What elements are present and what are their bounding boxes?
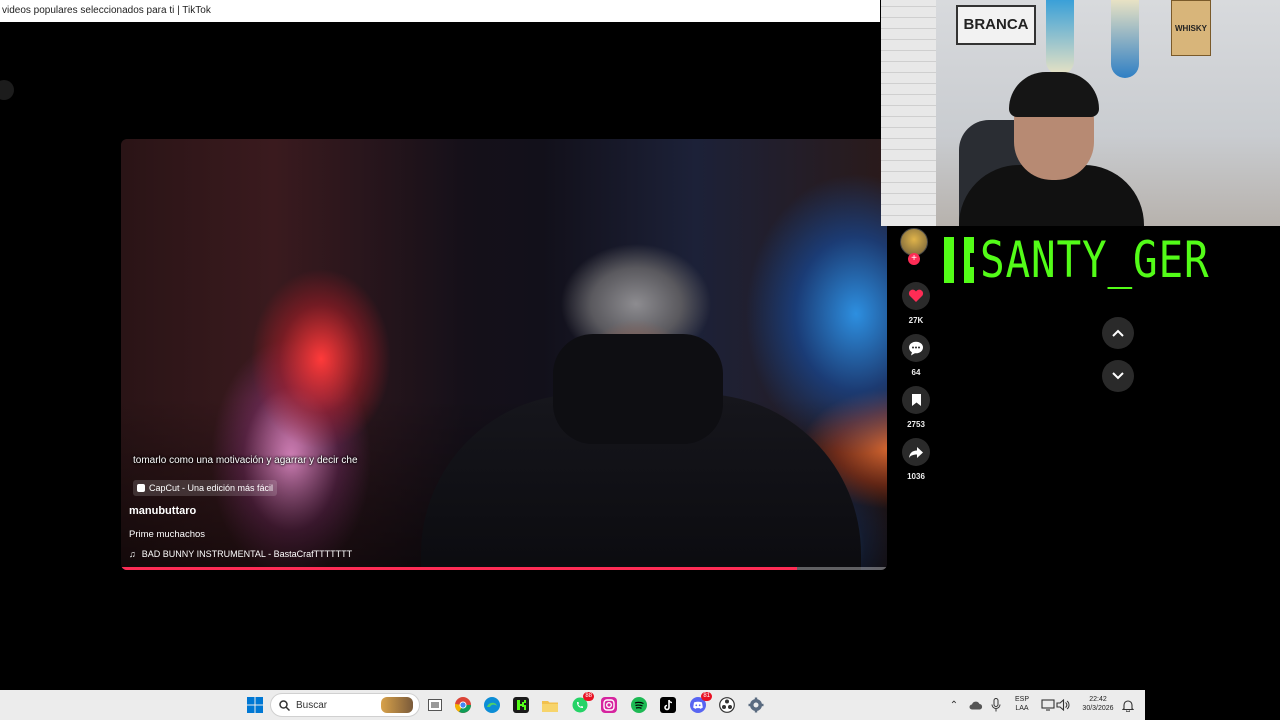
bookmark-icon[interactable]	[902, 386, 930, 414]
video-player[interactable]: tomarlo como una motivación y agarrar y …	[121, 139, 887, 570]
webcam-feed: BRANCA WHISKY	[881, 0, 1280, 226]
video-music[interactable]: ♫ BAD BUNNY INSTRUMENTAL - BastaCrafTTTT…	[129, 549, 352, 559]
clock-date: 30/3/2026	[1082, 705, 1114, 712]
comment-icon[interactable]	[902, 334, 930, 362]
chevron-down-icon	[1112, 372, 1124, 380]
language-code: ESP	[1014, 696, 1029, 703]
chevron-up-icon	[1112, 329, 1124, 337]
video-progress-fill	[121, 567, 797, 570]
edge-icon[interactable]	[482, 695, 502, 715]
tray-chevron-up-icon[interactable]: ⌃	[944, 695, 964, 715]
save-action[interactable]: 2753	[898, 386, 934, 429]
share-icon[interactable]	[902, 438, 930, 466]
spotify-icon[interactable]	[629, 695, 649, 715]
back-button[interactable]	[0, 80, 14, 100]
window-title-bar: videos populares seleccionados para ti |…	[0, 0, 880, 22]
streamer-name: SANTY_GER	[980, 231, 1210, 289]
previous-video-button[interactable]	[1102, 317, 1134, 349]
taskbar-search[interactable]: Buscar	[270, 693, 420, 717]
webcam-sign-branca: BRANCA	[956, 5, 1036, 45]
folder-icon[interactable]	[540, 695, 560, 715]
heart-icon[interactable]	[902, 282, 930, 310]
clock[interactable]: 22:42 30/3/2026	[1075, 695, 1121, 713]
comment-action[interactable]: 64	[898, 334, 934, 377]
task-view-icon[interactable]	[425, 695, 445, 715]
capcut-icon	[137, 484, 145, 492]
taskbar-black-region	[1145, 690, 1280, 720]
music-title: BAD BUNNY INSTRUMENTAL - BastaCrafTTTTTT…	[141, 549, 353, 559]
chrome-icon[interactable]	[453, 695, 473, 715]
follow-plus-icon[interactable]: +	[908, 253, 920, 265]
kick-logo-icon	[944, 237, 983, 283]
author-avatar[interactable]	[900, 228, 928, 256]
video-caption: Prime muchachos	[129, 529, 206, 540]
webcam-sign-whisky: WHISKY	[1171, 0, 1211, 56]
video-figure-scarf	[553, 334, 723, 444]
video-author[interactable]: manubuttaro	[129, 505, 196, 517]
onedrive-cloud-icon[interactable]	[966, 695, 986, 715]
webcam-skateboard-left	[1046, 0, 1074, 75]
share-count: 1036	[907, 472, 925, 481]
kick-app-icon[interactable]	[511, 695, 531, 715]
save-count: 2753	[907, 420, 925, 429]
notification-bell-icon[interactable]	[1118, 695, 1138, 715]
webcam-skateboard-right	[1111, 0, 1139, 78]
like-action[interactable]: 27K	[898, 282, 934, 325]
instagram-icon[interactable]	[599, 695, 619, 715]
next-video-button[interactable]	[1102, 360, 1134, 392]
stream-name-overlay: SANTY_GER	[940, 226, 1260, 294]
search-icon	[279, 699, 290, 711]
language-layout: LAA	[1015, 705, 1029, 712]
webcam-brick-wall	[881, 0, 936, 226]
search-widget-image	[381, 697, 413, 713]
like-count: 27K	[908, 316, 924, 325]
whatsapp-badge: 88	[583, 692, 594, 701]
whatsapp-icon[interactable]: 88	[570, 692, 594, 715]
capcut-label: CapCut - Una edición más fácil	[149, 483, 274, 493]
settings-gear-icon[interactable]	[746, 695, 766, 715]
microphone-icon[interactable]	[986, 695, 1006, 715]
webcam-person-hair	[1009, 72, 1099, 117]
discord-badge: 81	[701, 692, 712, 701]
discord-icon[interactable]: 81	[688, 692, 712, 715]
windows-start-icon[interactable]	[245, 695, 265, 715]
volume-icon[interactable]	[1053, 695, 1073, 715]
capcut-badge[interactable]: CapCut - Una edición más fácil	[133, 480, 278, 496]
tiktok-icon[interactable]	[658, 695, 678, 715]
comment-count: 64	[911, 368, 921, 377]
obs-icon[interactable]	[717, 695, 737, 715]
video-subtitle: tomarlo como una motivación y agarrar y …	[133, 455, 358, 466]
clock-time: 22:42	[1089, 696, 1107, 703]
music-note-icon: ♫	[129, 549, 136, 559]
search-placeholder: Buscar	[296, 699, 328, 711]
window-title: videos populares seleccionados para ti |…	[2, 5, 211, 16]
language-indicator[interactable]: ESP LAA	[1010, 695, 1034, 713]
share-action[interactable]: 1036	[898, 438, 934, 481]
